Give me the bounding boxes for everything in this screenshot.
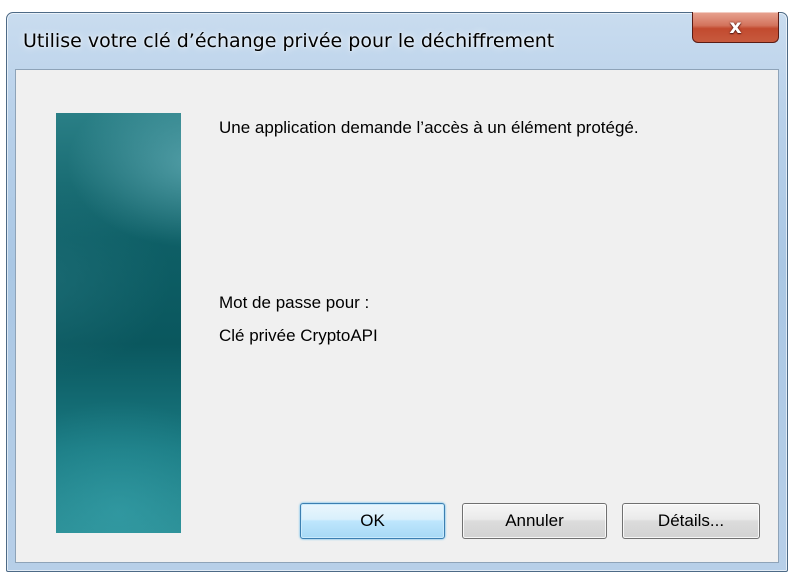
details-button[interactable]: Détails... xyxy=(622,503,760,539)
window-title: Utilise votre clé d’échange privée pour … xyxy=(23,30,555,52)
title-bar[interactable]: Utilise votre clé d’échange privée pour … xyxy=(7,12,787,69)
close-icon: x xyxy=(729,15,742,38)
dialog-window: Utilise votre clé d’échange privée pour … xyxy=(6,12,788,572)
close-button[interactable]: x xyxy=(692,12,779,43)
ok-button[interactable]: OK xyxy=(300,503,445,539)
access-request-message: Une application demande l’accès à un élé… xyxy=(219,118,639,137)
dialog-client-area: Une application demande l’accès à un élé… xyxy=(15,69,779,563)
password-for-label: Mot de passe pour : xyxy=(219,293,370,312)
side-banner-image xyxy=(56,113,181,533)
cancel-button[interactable]: Annuler xyxy=(462,503,607,539)
private-key-name: Clé privée CryptoAPI xyxy=(219,326,378,345)
